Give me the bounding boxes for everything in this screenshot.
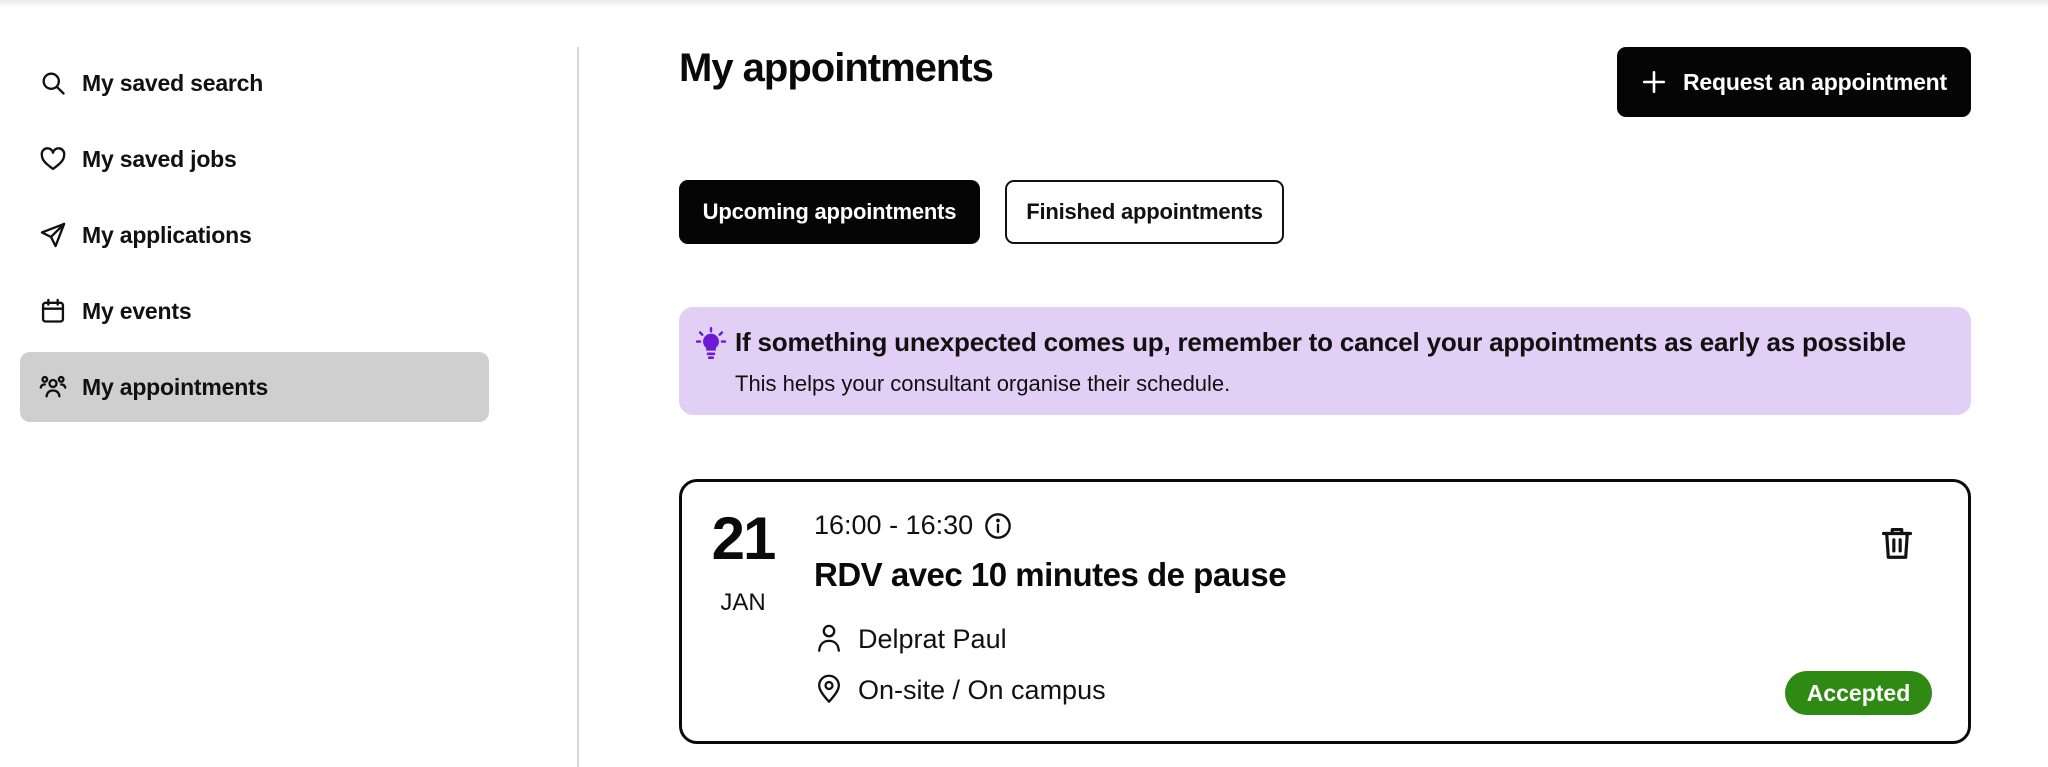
status-badge: Accepted [1785,671,1932,715]
plus-icon [1642,70,1666,94]
sidebar-item-label: My saved jobs [82,145,237,172]
sidebar-item-applications[interactable]: My applications [20,200,489,270]
appointment-location: On-site / On campus [858,675,1106,705]
appointment-time: 16:00 - 16:30 [814,510,974,540]
appointment-day: 21 [711,505,777,572]
sidebar-item-label: My saved search [82,69,264,96]
notice-title: If something unexpected comes up, rememb… [735,327,1906,357]
sidebar-item-events[interactable]: My events [20,276,489,346]
sidebar-item-saved-search[interactable]: My saved search [20,48,489,118]
info-notice: If something unexpected comes up, rememb… [679,307,1971,415]
info-icon[interactable] [984,512,1012,540]
calendar-icon [38,296,68,326]
tab-finished-appointments[interactable]: Finished appointments [1005,180,1284,244]
tab-upcoming-appointments[interactable]: Upcoming appointments [679,180,980,244]
request-appointment-button[interactable]: Request an appointment [1617,47,1971,117]
people-icon [38,372,68,402]
person-icon [818,624,840,652]
lightbulb-icon [696,327,726,360]
request-appointment-label: Request an appointment [1683,68,1947,95]
sidebar-item-label: My applications [82,221,252,248]
appointment-title: RDV avec 10 minutes de pause [814,556,1287,593]
sidebar-item-label: My events [82,297,192,324]
appointment-month: JAN [720,589,766,616]
sidebar: My saved search My saved jobs My applica… [20,48,489,428]
sidebar-divider [577,47,579,767]
top-shadow [0,0,2048,8]
heart-icon [38,144,68,174]
send-icon [38,220,68,250]
sidebar-item-appointments[interactable]: My appointments [20,352,489,422]
appointment-card: 21 JAN 16:00 - 16:30 RDV avec 10 minutes… [679,479,1971,744]
sidebar-item-label: My appointments [82,373,269,400]
location-pin-icon [818,674,840,703]
trash-icon[interactable] [1878,524,1916,562]
consultant-name: Delprat Paul [858,624,1007,654]
search-icon [38,68,68,98]
page-title: My appointments [679,46,994,90]
sidebar-item-saved-jobs[interactable]: My saved jobs [20,124,489,194]
notice-text: This helps your consultant organise thei… [735,371,1231,396]
